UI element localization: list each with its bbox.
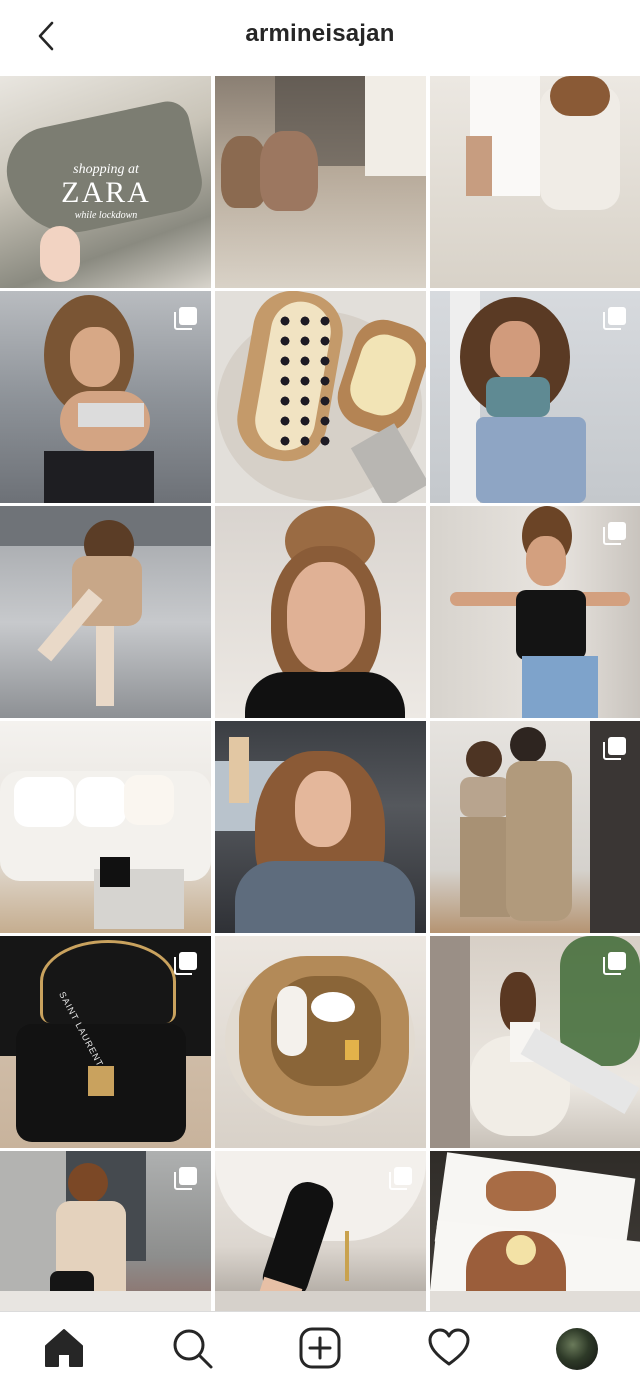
post-gold-clutch[interactable]	[215, 936, 426, 1148]
post-partial[interactable]	[430, 1291, 640, 1311]
plus-square-icon[interactable]	[298, 1326, 342, 1370]
multiple-posts-icon	[603, 307, 626, 330]
post-black-halter-top[interactable]	[430, 506, 640, 718]
profile-avatar[interactable]	[556, 1328, 598, 1370]
post-curly-hair-parking[interactable]	[0, 291, 211, 503]
post-couple-mirror[interactable]	[430, 721, 640, 933]
posts-grid-partial-row	[0, 1291, 640, 1311]
post-shopping-zara[interactable]: shopping at ZARA while lockdown	[0, 76, 211, 288]
bottom-tab-bar	[0, 1311, 640, 1387]
post-couple-white-shirt[interactable]	[430, 76, 640, 288]
multiple-posts-icon	[389, 1167, 412, 1190]
search-icon[interactable]	[170, 1326, 214, 1370]
post-living-room-sofa[interactable]	[0, 721, 211, 933]
post-selfie-updo[interactable]	[215, 506, 426, 718]
multiple-posts-icon	[603, 737, 626, 760]
post-white-chair[interactable]	[430, 936, 640, 1148]
multiple-posts-icon	[174, 307, 197, 330]
post-partial[interactable]	[215, 1291, 426, 1311]
profile-header: armineisajan	[0, 0, 640, 74]
post-saint-laurent-bag[interactable]: SAINT LAURENT	[0, 936, 211, 1148]
post-partial[interactable]	[0, 1291, 211, 1311]
post-vases-room[interactable]	[215, 76, 426, 288]
tile-overlay-text: shopping at ZARA while lockdown	[61, 162, 151, 221]
heart-icon[interactable]	[427, 1326, 471, 1370]
multiple-posts-icon	[603, 522, 626, 545]
home-icon[interactable]	[42, 1326, 86, 1370]
profile-username: armineisajan	[245, 20, 395, 47]
post-blackberry-toast[interactable]	[215, 291, 426, 503]
post-blue-top-jeans[interactable]	[430, 291, 640, 503]
multiple-posts-icon	[603, 952, 626, 975]
posts-grid: shopping at ZARA while lockdown SAINT LA…	[0, 76, 640, 1363]
multiple-posts-icon	[174, 952, 197, 975]
post-car-selfie[interactable]	[215, 721, 426, 933]
multiple-posts-icon	[174, 1167, 197, 1190]
post-beige-outfit-parking[interactable]	[0, 506, 211, 718]
